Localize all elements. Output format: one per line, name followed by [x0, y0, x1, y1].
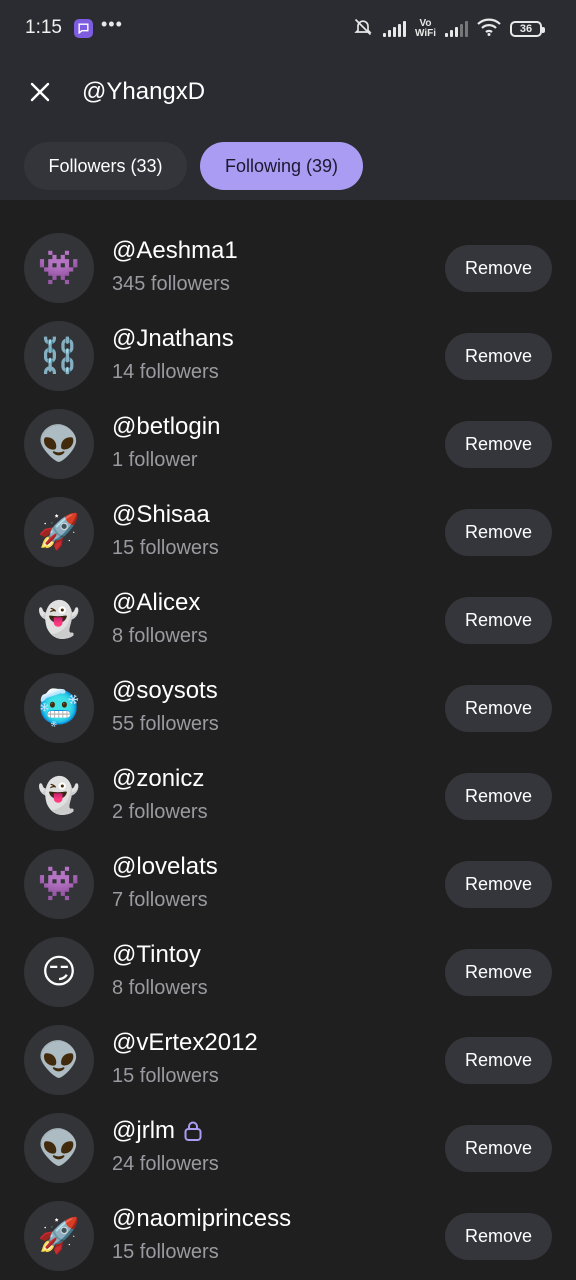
- ghost-icon[interactable]: 👻: [24, 761, 94, 831]
- remove-button[interactable]: Remove: [445, 421, 552, 468]
- mute-bell-icon: [352, 17, 374, 42]
- alien-monster-icon[interactable]: 👾: [24, 233, 94, 303]
- username[interactable]: @Shisaa: [112, 501, 210, 529]
- username-line: @vErtex2012: [112, 1029, 258, 1057]
- remove-button[interactable]: Remove: [445, 685, 552, 732]
- username[interactable]: @betlogin: [112, 413, 220, 441]
- follower-count: 15 followers: [112, 537, 219, 559]
- list-item[interactable]: ⛓️ @Jnathans 14 followers Remove: [0, 312, 576, 400]
- alien-icon[interactable]: 👽: [24, 1025, 94, 1095]
- cell-signal-2-icon: [445, 21, 468, 37]
- remove-button[interactable]: Remove: [445, 597, 552, 644]
- follower-count: 15 followers: [112, 1065, 219, 1087]
- alien-monster-icon[interactable]: 👾: [24, 849, 94, 919]
- header: @YhangxD: [0, 58, 576, 128]
- lock-icon: [183, 1120, 203, 1142]
- username-line: @Alicex: [112, 589, 200, 617]
- username[interactable]: @naomiprincess: [112, 1205, 291, 1233]
- username[interactable]: @zonicz: [112, 765, 204, 793]
- chains-icon[interactable]: ⛓️: [24, 321, 94, 391]
- remove-button[interactable]: Remove: [445, 1037, 552, 1084]
- username-line: @Shisaa: [112, 501, 210, 529]
- follower-count: 15 followers: [112, 1241, 219, 1263]
- list-item[interactable]: 👽 @betlogin 1 follower Remove: [0, 400, 576, 488]
- status-bar: 1:15 ••• Vo WiFi 36: [0, 0, 576, 58]
- username-line: @naomiprincess: [112, 1205, 291, 1233]
- list-item[interactable]: 👻 @Alicex 8 followers Remove: [0, 576, 576, 664]
- top-bar: 1:15 ••• Vo WiFi 36 @YhangxD Followers (…: [0, 0, 576, 200]
- tab-following[interactable]: Following (39): [200, 142, 363, 190]
- remove-button[interactable]: Remove: [445, 1213, 552, 1260]
- cell-signal-icon: [382, 21, 406, 37]
- follower-count: 7 followers: [112, 889, 208, 911]
- remove-button[interactable]: Remove: [445, 1125, 552, 1172]
- list-item[interactable]: 🚀 @naomiprincess 15 followers Remove: [0, 1192, 576, 1280]
- username[interactable]: @Tintoy: [112, 941, 201, 969]
- username[interactable]: @soysots: [112, 677, 218, 705]
- close-icon: [30, 82, 50, 102]
- follower-count: 1 follower: [112, 449, 198, 471]
- list-item[interactable]: 👽 @jrlm 24 followers Remove: [0, 1104, 576, 1192]
- list-item[interactable]: 👾 @Aeshma1 345 followers Remove: [0, 224, 576, 312]
- close-button[interactable]: [22, 74, 58, 110]
- username[interactable]: @Aeshma1: [112, 237, 238, 265]
- follower-count: 24 followers: [112, 1153, 219, 1175]
- username-line: @zonicz: [112, 765, 204, 793]
- more-notifications-icon: •••: [101, 14, 123, 34]
- list-item[interactable]: 🥶 @soysots 55 followers Remove: [0, 664, 576, 752]
- remove-button[interactable]: Remove: [445, 245, 552, 292]
- list-item[interactable]: 👾 @lovelats 7 followers Remove: [0, 840, 576, 928]
- username-line: @Aeshma1: [112, 237, 238, 265]
- list-item[interactable]: 🚀 @Shisaa 15 followers Remove: [0, 488, 576, 576]
- rocket-icon[interactable]: 🚀: [24, 497, 94, 567]
- username[interactable]: @Jnathans: [112, 325, 234, 353]
- username-line: @Tintoy: [112, 941, 201, 969]
- username[interactable]: @Alicex: [112, 589, 200, 617]
- wifi-icon: [477, 18, 501, 41]
- username-line: @jrlm: [112, 1117, 203, 1145]
- tab-followers[interactable]: Followers (33): [24, 142, 187, 190]
- follower-count: 345 followers: [112, 273, 230, 295]
- username-line: @Jnathans: [112, 325, 234, 353]
- list-item[interactable]: 👽 @vErtex2012 15 followers Remove: [0, 1016, 576, 1104]
- username-line: @lovelats: [112, 853, 218, 881]
- remove-button[interactable]: Remove: [445, 861, 552, 908]
- remove-button[interactable]: Remove: [445, 509, 552, 556]
- smirk-face-icon[interactable]: 😏: [24, 937, 94, 1007]
- list-item[interactable]: 👻 @zonicz 2 followers Remove: [0, 752, 576, 840]
- ghost-icon[interactable]: 👻: [24, 585, 94, 655]
- viber-icon: [74, 19, 93, 38]
- username-line: @soysots: [112, 677, 218, 705]
- vowifi-icon: Vo WiFi: [414, 18, 436, 39]
- follower-count: 8 followers: [112, 977, 208, 999]
- battery-level: 36: [519, 23, 533, 35]
- username[interactable]: @lovelats: [112, 853, 218, 881]
- alien-icon[interactable]: 👽: [24, 409, 94, 479]
- alien-icon[interactable]: 👽: [24, 1113, 94, 1183]
- follower-count: 2 followers: [112, 801, 208, 823]
- user-list: 👾 @Aeshma1 345 followers Remove ⛓️ @Jnathans 1…: [0, 224, 576, 1280]
- username-line: @betlogin: [112, 413, 220, 441]
- remove-button[interactable]: Remove: [445, 333, 552, 380]
- follower-count: 14 followers: [112, 361, 219, 383]
- remove-button[interactable]: Remove: [445, 773, 552, 820]
- username[interactable]: @jrlm: [112, 1117, 175, 1145]
- rocket-icon[interactable]: 🚀: [24, 1201, 94, 1271]
- cold-face-icon[interactable]: 🥶: [24, 673, 94, 743]
- remove-button[interactable]: Remove: [445, 949, 552, 996]
- status-icons: Vo WiFi 36: [352, 17, 545, 42]
- page-title: @YhangxD: [82, 78, 206, 105]
- follower-count: 8 followers: [112, 625, 208, 647]
- username[interactable]: @vErtex2012: [112, 1029, 258, 1057]
- follower-count: 55 followers: [112, 713, 219, 735]
- battery-icon: 36: [510, 21, 545, 37]
- list-item[interactable]: 😏 @Tintoy 8 followers Remove: [0, 928, 576, 1016]
- tab-bar: Followers (33) Following (39): [24, 142, 363, 190]
- status-time: 1:15: [25, 17, 62, 38]
